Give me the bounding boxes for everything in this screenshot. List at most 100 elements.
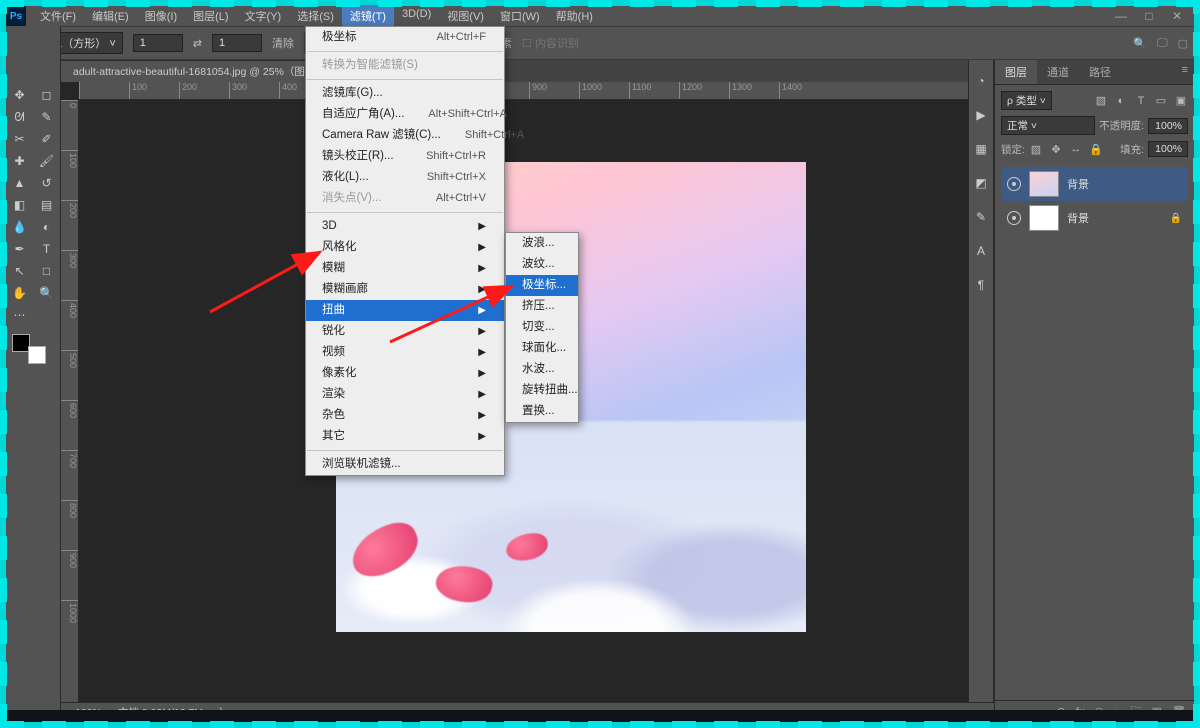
menu-item[interactable]: 转换为智能滤镜(S) <box>306 55 504 76</box>
menu-item[interactable]: 其它▶ <box>306 426 504 447</box>
collapsed-panel-strip[interactable]: ◔ ▶ ▦ ◩ ✎ A ¶ <box>968 60 994 722</box>
menu-item[interactable]: 挤压... <box>506 296 578 317</box>
menu-item[interactable]: 水波... <box>506 359 578 380</box>
lasso-tool[interactable]: ᘛ <box>6 106 33 128</box>
opacity-field[interactable]: 100% <box>1148 118 1188 134</box>
swap-icon[interactable]: ⇄ <box>193 37 202 50</box>
marquee-tool[interactable]: ◻ <box>33 84 60 106</box>
play-icon[interactable]: ▶ <box>973 108 989 124</box>
menu-0[interactable]: 文件(F) <box>32 5 84 27</box>
layer-thumb[interactable] <box>1029 171 1059 197</box>
color-swatch[interactable] <box>12 334 46 364</box>
panel-tabs[interactable]: 图层 通道 路径 ≡ <box>995 60 1194 85</box>
history-icon[interactable]: ◔ <box>973 74 989 90</box>
color-icon[interactable]: ▦ <box>973 142 989 158</box>
more-tools[interactable]: ⋯ <box>6 304 33 326</box>
paragraph-icon[interactable]: ¶ <box>973 278 989 294</box>
document-tab-1[interactable]: adult-attractive-beautiful-1681054.jpg @… <box>61 60 342 82</box>
menu-item[interactable]: 置换... <box>506 401 578 422</box>
minimize-icon[interactable]: — <box>1114 9 1128 23</box>
heal-tool[interactable]: ✚ <box>6 150 33 172</box>
crop-width-field[interactable]: 1 <box>133 34 183 52</box>
stamp-tool[interactable]: ▲ <box>6 172 33 194</box>
path-tool[interactable]: ↖ <box>6 260 33 282</box>
type-tool[interactable]: T <box>33 238 60 260</box>
filter-kind-select[interactable]: ρ 类型 ˅ <box>1001 91 1052 110</box>
menu-1[interactable]: 编辑(E) <box>84 5 137 27</box>
filter-adjust-icon[interactable]: ◐ <box>1114 94 1128 108</box>
menu-item[interactable]: 自适应广角(A)...Alt+Shift+Ctrl+A <box>306 104 504 125</box>
character-icon[interactable]: A <box>973 244 989 260</box>
gradient-tool[interactable]: ▤ <box>33 194 60 216</box>
menu-6[interactable]: 滤镜(T) <box>342 5 394 27</box>
layer-thumb[interactable] <box>1029 205 1059 231</box>
close-icon[interactable]: ✕ <box>1170 9 1184 23</box>
blend-mode-select[interactable]: 正常 ˅ <box>1001 116 1095 135</box>
menu-5[interactable]: 选择(S) <box>289 5 342 27</box>
menu-item[interactable]: 球面化... <box>506 338 578 359</box>
pen-tool[interactable]: ✒ <box>6 238 33 260</box>
menu-4[interactable]: 文字(Y) <box>237 5 290 27</box>
lock-position-icon[interactable]: ✥ <box>1049 142 1063 156</box>
tab-layers[interactable]: 图层 <box>995 60 1037 84</box>
lock-arrow-icon[interactable]: ↔ <box>1069 142 1083 156</box>
menu-item[interactable]: 渲染▶ <box>306 384 504 405</box>
menu-9[interactable]: 窗口(W) <box>492 5 548 27</box>
content-aware-checkbox[interactable]: ☐ 内容识别 <box>522 35 579 51</box>
menu-7[interactable]: 3D(D) <box>394 5 439 27</box>
filter-shape-icon[interactable]: ▭ <box>1154 94 1168 108</box>
crop-height-field[interactable]: 1 <box>212 34 262 52</box>
menu-item[interactable]: 风格化▶ <box>306 237 504 258</box>
menu-item[interactable]: 极坐标Alt+Ctrl+F <box>306 27 504 48</box>
menu-item[interactable]: 镜头校正(R)...Shift+Ctrl+R <box>306 146 504 167</box>
layer-row[interactable]: 背景🔒 <box>1001 201 1188 235</box>
filter-type-icon[interactable]: T <box>1134 94 1148 108</box>
menu-item[interactable]: 像素化▶ <box>306 363 504 384</box>
fill-field[interactable]: 100% <box>1148 141 1188 157</box>
eraser-tool[interactable]: ◧ <box>6 194 33 216</box>
adjust-icon[interactable]: ◩ <box>973 176 989 192</box>
visibility-icon[interactable] <box>1007 211 1021 225</box>
menu-item[interactable]: 消失点(V)...Alt+Ctrl+V <box>306 188 504 209</box>
menu-item[interactable]: 扭曲▶ <box>306 300 504 321</box>
menu-item[interactable]: 波浪... <box>506 233 578 254</box>
menu-item[interactable]: 锐化▶ <box>306 321 504 342</box>
menu-2[interactable]: 图像(I) <box>137 5 185 27</box>
share-icon[interactable]: 🖵 <box>1157 37 1168 50</box>
menu-item[interactable]: 旋转扭曲... <box>506 380 578 401</box>
filter-menu-dropdown[interactable]: 极坐标Alt+Ctrl+F 转换为智能滤镜(S) 滤镜库(G)...自适应广角(A)… <box>305 26 505 476</box>
tab-channels[interactable]: 通道 <box>1037 60 1079 84</box>
menu-8[interactable]: 视图(V) <box>439 5 492 27</box>
panel-menu-icon[interactable]: ≡ <box>1172 60 1194 84</box>
window-controls[interactable]: — □ ✕ <box>1114 9 1194 23</box>
distort-submenu[interactable]: 波浪...波纹...极坐标...挤压...切变...球面化...水波...旋转扭… <box>505 232 579 423</box>
menu-item[interactable]: 波纹... <box>506 254 578 275</box>
menu-item[interactable]: Camera Raw 滤镜(C)...Shift+Ctrl+A <box>306 125 504 146</box>
blur-tool[interactable]: 💧 <box>6 216 33 238</box>
layer-row[interactable]: 背景 <box>1001 167 1188 201</box>
menu-item[interactable]: 切变... <box>506 317 578 338</box>
arrange-icon[interactable]: ▢ <box>1178 37 1188 50</box>
filter-smart-icon[interactable]: ▣ <box>1174 94 1188 108</box>
tab-paths[interactable]: 路径 <box>1079 60 1121 84</box>
lock-pixels-icon[interactable]: ▨ <box>1029 142 1043 156</box>
menu-item[interactable]: 液化(L)...Shift+Ctrl+X <box>306 167 504 188</box>
maximize-icon[interactable]: □ <box>1142 9 1156 23</box>
eyedropper-tool[interactable]: ✐ <box>33 128 60 150</box>
menu-item[interactable]: 滤镜库(G)... <box>306 83 504 104</box>
os-taskbar[interactable] <box>6 710 1194 722</box>
menu-item[interactable]: 视频▶ <box>306 342 504 363</box>
menu-item[interactable]: 3D▶ <box>306 216 504 237</box>
menu-3[interactable]: 图层(L) <box>185 5 236 27</box>
dodge-tool[interactable]: ◐ <box>33 216 60 238</box>
quickselect-tool[interactable]: ✎ <box>33 106 60 128</box>
brush-panel-icon[interactable]: ✎ <box>973 210 989 226</box>
shape-tool[interactable]: □ <box>33 260 60 282</box>
menu-item[interactable]: 模糊画廊▶ <box>306 279 504 300</box>
menu-item[interactable]: 杂色▶ <box>306 405 504 426</box>
hand-tool[interactable]: ✋ <box>6 282 33 304</box>
menu-item[interactable]: 浏览联机滤镜... <box>306 454 504 475</box>
clear-button[interactable]: 清除 <box>272 35 294 51</box>
crop-tool[interactable]: ✂ <box>6 128 33 150</box>
lock-all-icon[interactable]: 🔒 <box>1089 142 1103 156</box>
